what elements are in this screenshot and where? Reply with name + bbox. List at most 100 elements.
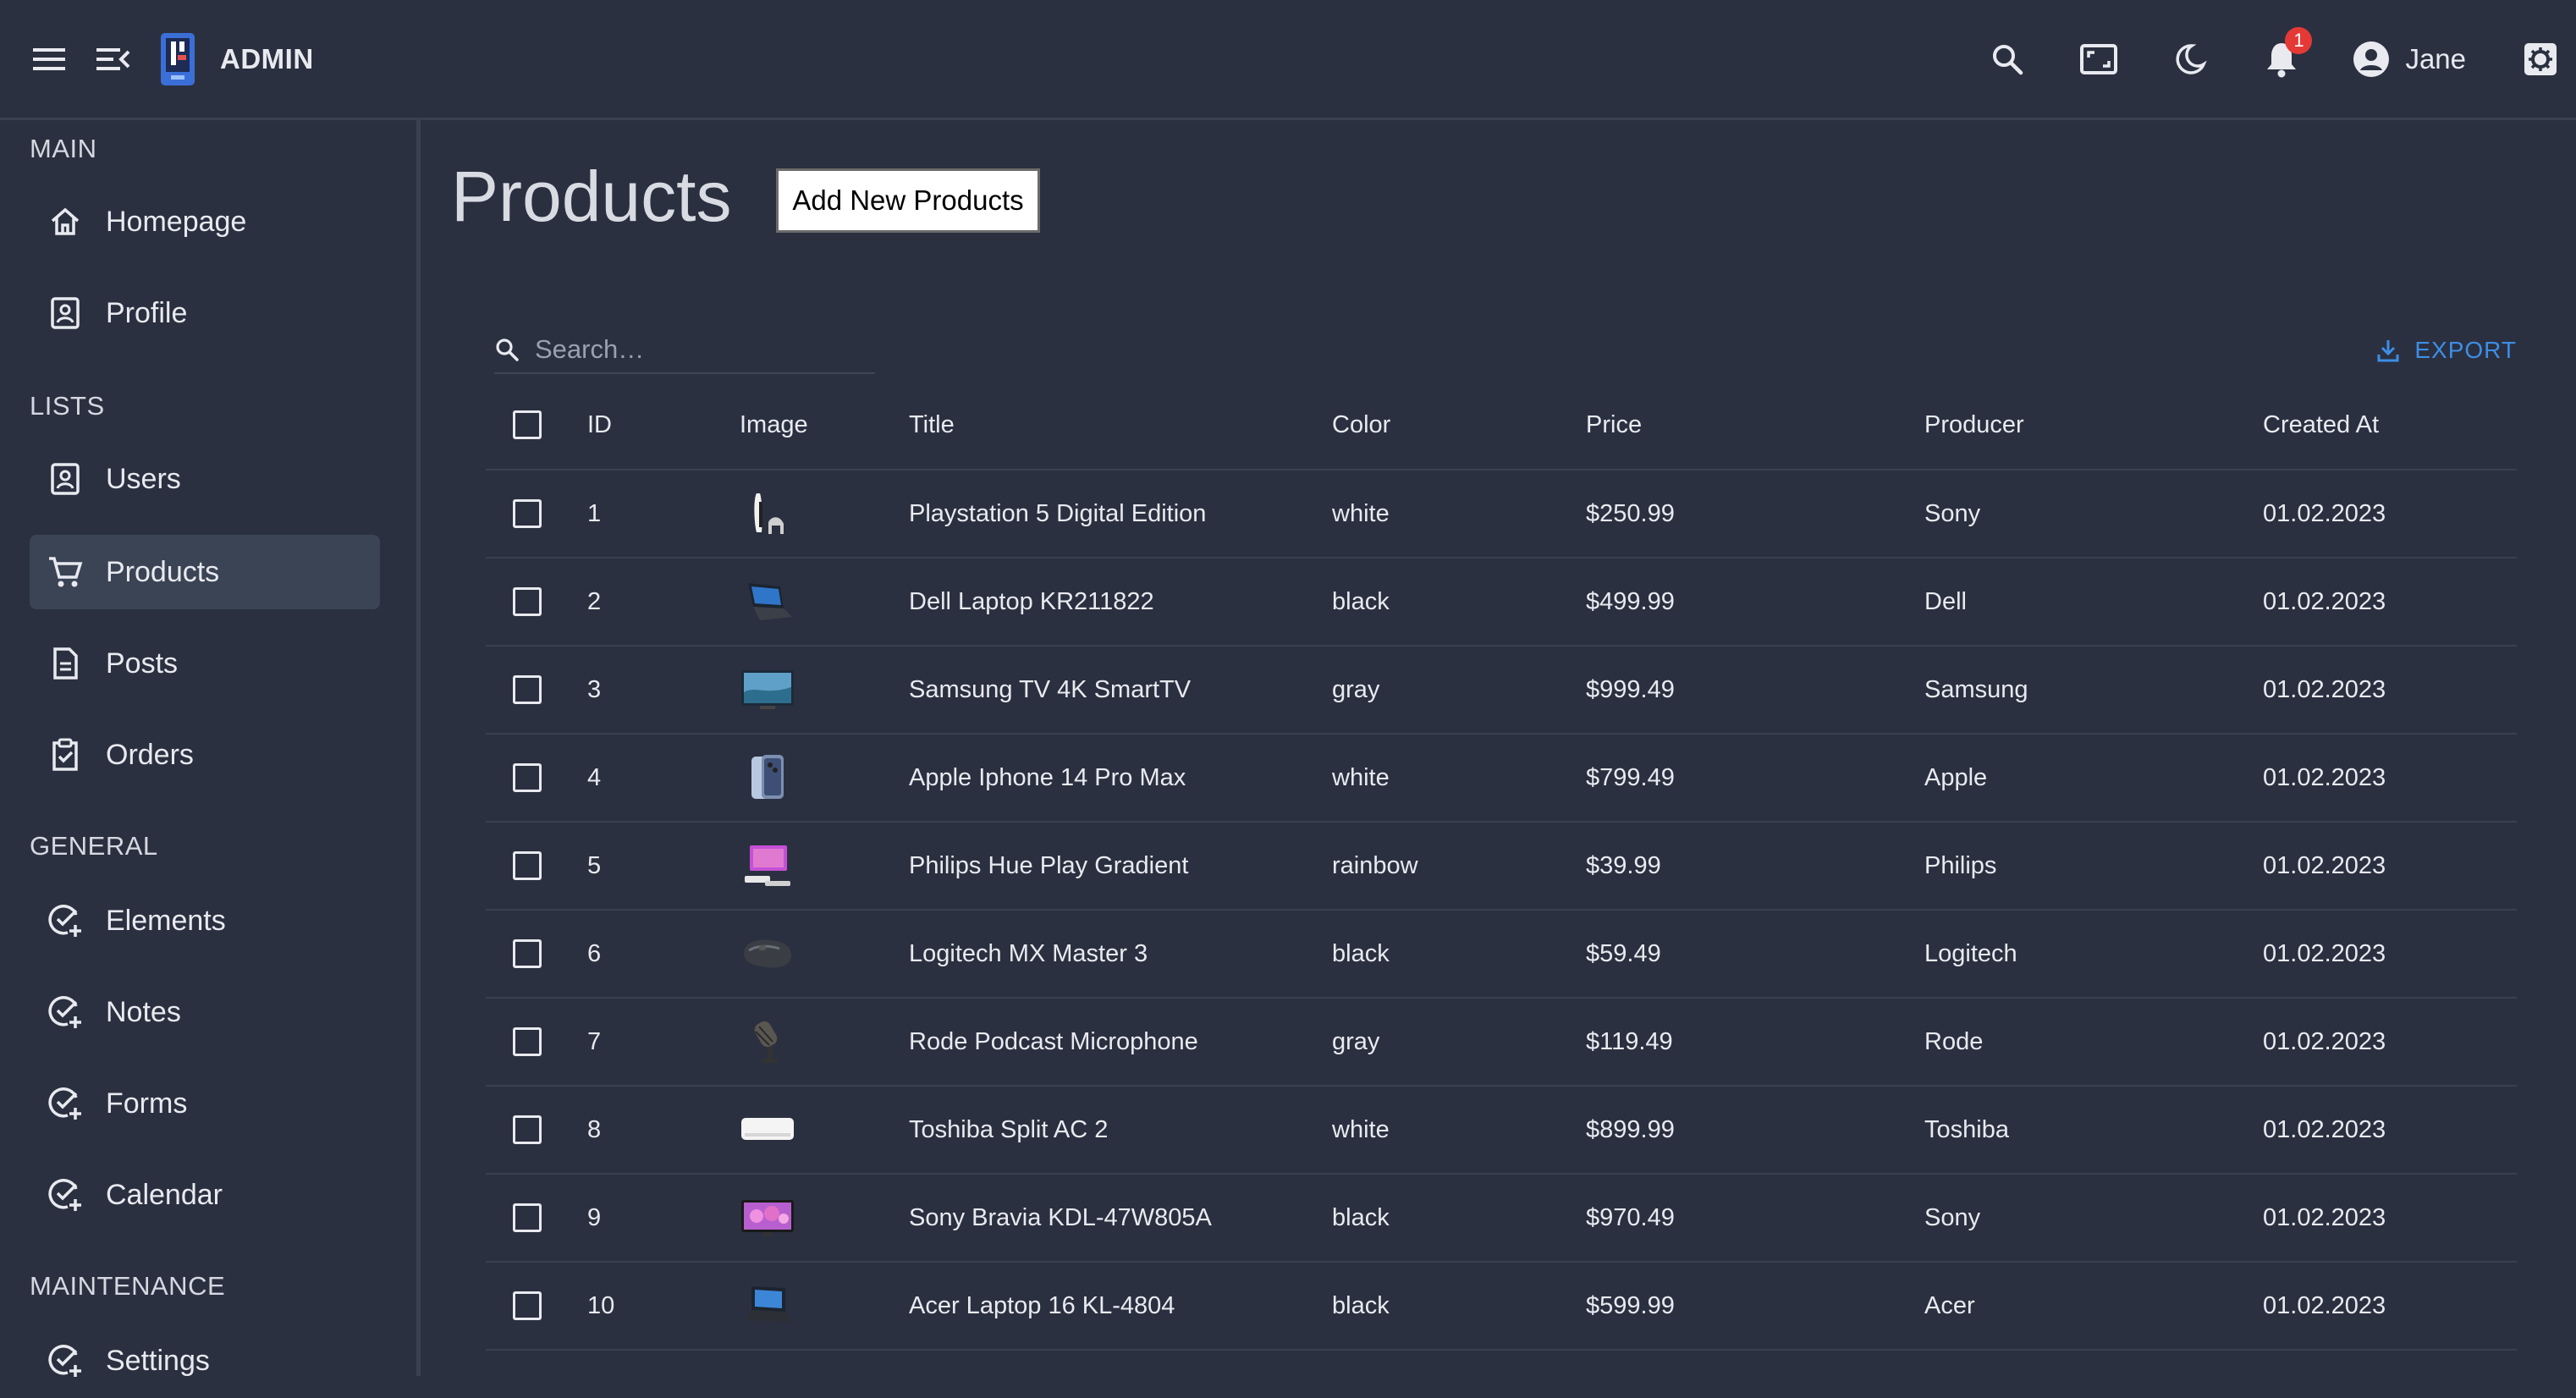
cell-title: Logitech MX Master 3: [909, 939, 1148, 967]
row-select-cell: [513, 823, 542, 909]
settings-gear-icon[interactable]: [2520, 39, 2561, 80]
row-checkbox[interactable]: [513, 851, 542, 880]
check-plus-icon: [47, 902, 84, 939]
cell-image: [740, 999, 795, 1085]
table-row[interactable]: 6 Logitech MX Master 3 black $59.49 Logi…: [486, 911, 2517, 999]
cell-created-at: 01.02.2023: [2263, 1291, 2386, 1319]
cell-price: $599.99: [1586, 1291, 1675, 1319]
document-icon: [47, 645, 84, 682]
table-row[interactable]: 1 Playstation 5 Digital Edition white $2…: [486, 471, 2517, 559]
cell-id: 2: [587, 587, 602, 615]
sidebar-item-posts[interactable]: Posts: [30, 626, 380, 701]
cell-image: [740, 911, 795, 997]
cell-id: 5: [587, 851, 602, 879]
column-header-producer[interactable]: Producer: [1924, 381, 2024, 469]
sidebar-item-label: Orders: [106, 738, 194, 771]
column-header-created-at[interactable]: Created At: [2263, 381, 2379, 469]
cell-producer: Sony: [1924, 1203, 1981, 1231]
row-select-cell: [513, 1175, 542, 1261]
cell-color: rainbow: [1332, 851, 1418, 879]
row-checkbox[interactable]: [513, 1115, 542, 1144]
search-input[interactable]: [535, 334, 856, 365]
sidebar-item-elements[interactable]: Elements: [30, 883, 380, 958]
row-checkbox[interactable]: [513, 675, 542, 704]
row-checkbox[interactable]: [513, 587, 542, 616]
table-row[interactable]: 3 Samsung TV 4K SmartTV gray $999.49 Sam…: [486, 647, 2517, 735]
top-navbar: ADMIN 1 Jane: [0, 0, 2576, 120]
table-row[interactable]: 9 Sony Bravia KDL-47W805A black $970.49 …: [486, 1175, 2517, 1263]
table-row[interactable]: 5 Philips Hue Play Gradient rainbow $39.…: [486, 823, 2517, 911]
select-all-cell: [513, 381, 542, 469]
cell-image: [740, 823, 795, 909]
check-plus-icon: [47, 1085, 84, 1122]
row-checkbox[interactable]: [513, 1291, 542, 1320]
row-checkbox[interactable]: [513, 939, 542, 968]
notifications-icon[interactable]: 1: [2261, 26, 2313, 80]
cell-id: 1: [587, 499, 602, 527]
user-name: Jane: [2405, 42, 2466, 74]
table-row[interactable]: 8 Toshiba Split AC 2 white $899.99 Toshi…: [486, 1087, 2517, 1175]
cell-price: $999.49: [1586, 675, 1675, 703]
sidebar-item-settings[interactable]: Settings: [30, 1324, 380, 1398]
sidebar-item-label: Products: [106, 555, 220, 588]
cell-id: 6: [587, 939, 602, 967]
cell-producer: Sony: [1924, 499, 1981, 527]
cell-producer: Philips: [1924, 851, 1997, 879]
select-all-checkbox[interactable]: [513, 410, 542, 439]
cell-image: [740, 1087, 795, 1173]
sidebar-item-orders[interactable]: Orders: [30, 718, 380, 792]
row-checkbox[interactable]: [513, 499, 542, 528]
sidebar-item-forms[interactable]: Forms: [30, 1066, 380, 1141]
column-header-price[interactable]: Price: [1586, 381, 1642, 469]
cell-id: 3: [587, 675, 602, 703]
section-title-main: MAIN: [30, 134, 97, 163]
sidebar-item-notes[interactable]: Notes: [30, 975, 380, 1049]
sidebar-item-label: Forms: [106, 1087, 188, 1120]
row-checkbox[interactable]: [513, 763, 542, 792]
collapse-menu-icon[interactable]: [95, 41, 132, 78]
table-row[interactable]: 10 Acer Laptop 16 KL-4804 black $599.99 …: [486, 1263, 2517, 1351]
table-row[interactable]: 7 Rode Podcast Microphone gray $119.49 R…: [486, 999, 2517, 1087]
cell-color: white: [1332, 763, 1390, 791]
sidebar-item-calendar[interactable]: Calendar: [30, 1158, 380, 1232]
fullscreen-icon[interactable]: [2078, 39, 2119, 80]
section-title-lists: LISTS: [30, 391, 105, 421]
column-header-title[interactable]: Title: [909, 381, 955, 469]
cell-color: black: [1332, 587, 1390, 615]
search-icon[interactable]: [1987, 39, 2028, 80]
table-row[interactable]: 4 Apple Iphone 14 Pro Max white $799.49 …: [486, 735, 2517, 823]
cell-created-at: 01.02.2023: [2263, 1027, 2386, 1055]
sidebar-item-users[interactable]: Users: [30, 442, 380, 516]
user-menu[interactable]: Jane: [2353, 41, 2466, 78]
sidebar-item-profile[interactable]: Profile: [30, 276, 380, 350]
column-header-image[interactable]: Image: [740, 381, 808, 469]
dark-mode-icon[interactable]: [2170, 39, 2210, 80]
check-plus-icon: [47, 993, 84, 1031]
check-plus-icon: [47, 1342, 84, 1379]
add-new-products-button[interactable]: Add New Products: [776, 168, 1040, 233]
user-avatar-icon: [2353, 41, 2390, 78]
cell-id: 7: [587, 1027, 602, 1055]
sidebar-item-products[interactable]: Products: [30, 535, 380, 609]
cell-price: $899.99: [1586, 1115, 1675, 1143]
cell-producer: Acer: [1924, 1291, 1975, 1319]
menu-icon[interactable]: [30, 41, 68, 78]
column-header-color[interactable]: Color: [1332, 381, 1390, 469]
sidebar-item-homepage[interactable]: Homepage: [30, 184, 380, 259]
products-data-grid: EXPORT ID Image Title Color Price Produc…: [486, 313, 2517, 1351]
cell-price: $119.49: [1586, 1027, 1673, 1055]
export-button[interactable]: EXPORT: [2375, 337, 2517, 364]
lightbar-icon: [740, 840, 795, 891]
column-header-id[interactable]: ID: [587, 381, 612, 469]
air-conditioner-icon: [740, 1104, 795, 1155]
sidebar-item-label: Elements: [106, 904, 226, 937]
cell-created-at: 01.02.2023: [2263, 763, 2386, 791]
row-checkbox[interactable]: [513, 1203, 542, 1232]
sidebar-item-label: Homepage: [106, 205, 247, 238]
download-icon: [2375, 338, 2401, 363]
cell-image: [740, 735, 795, 821]
table-row[interactable]: 2 Dell Laptop KR211822 black $499.99 Del…: [486, 559, 2517, 647]
cell-id: 4: [587, 763, 602, 791]
row-checkbox[interactable]: [513, 1027, 542, 1056]
cell-color: black: [1332, 1203, 1390, 1231]
